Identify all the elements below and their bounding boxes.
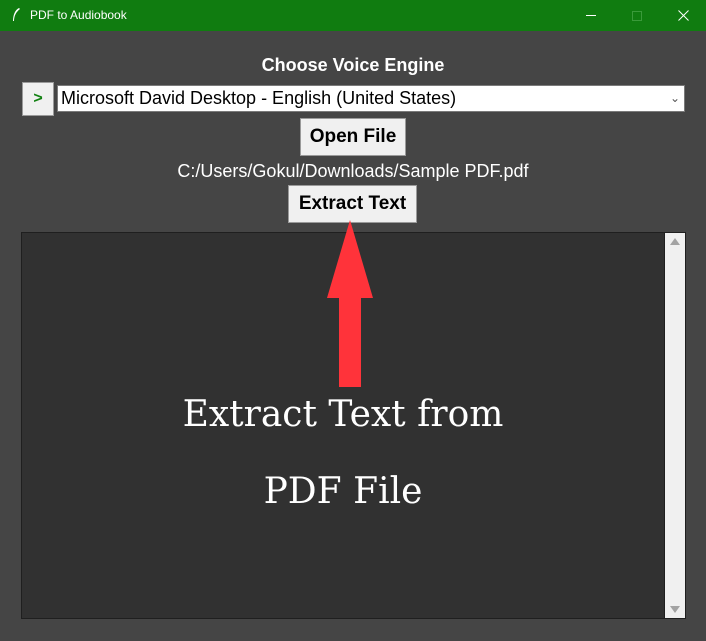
text-scrollbar[interactable] (665, 232, 686, 619)
voice-engine-value: Microsoft David Desktop - English (Unite… (61, 88, 457, 108)
voice-engine-heading: Choose Voice Engine (261, 55, 445, 75)
chevron-down-icon[interactable]: ⌄ (670, 86, 680, 111)
window-title: PDF to Audiobook (30, 8, 127, 22)
maximize-icon (632, 10, 642, 21)
file-path-label: C:/Users/Gokul/Downloads/Sample PDF.pdf (177, 161, 529, 181)
open-file-button[interactable]: Open File (300, 118, 406, 156)
annotation-caption-line2: PDF File (263, 471, 423, 512)
scroll-down-icon[interactable] (670, 606, 680, 613)
minimize-button[interactable] (568, 0, 614, 31)
close-icon (677, 10, 689, 21)
voice-engine-select[interactable]: Microsoft David Desktop - English (Unite… (57, 85, 685, 112)
scroll-up-icon[interactable] (670, 238, 680, 245)
next-voice-button[interactable]: > (22, 82, 54, 116)
feather-icon (13, 8, 20, 21)
annotation-caption-line1: Extract Text from (182, 394, 504, 435)
annotation-arrow-icon (327, 220, 373, 387)
extract-text-button[interactable]: Extract Text (288, 185, 417, 223)
close-button[interactable] (660, 0, 706, 31)
minimize-icon (586, 15, 596, 16)
title-bar: PDF to Audiobook (0, 0, 706, 31)
maximize-button[interactable] (614, 0, 660, 31)
